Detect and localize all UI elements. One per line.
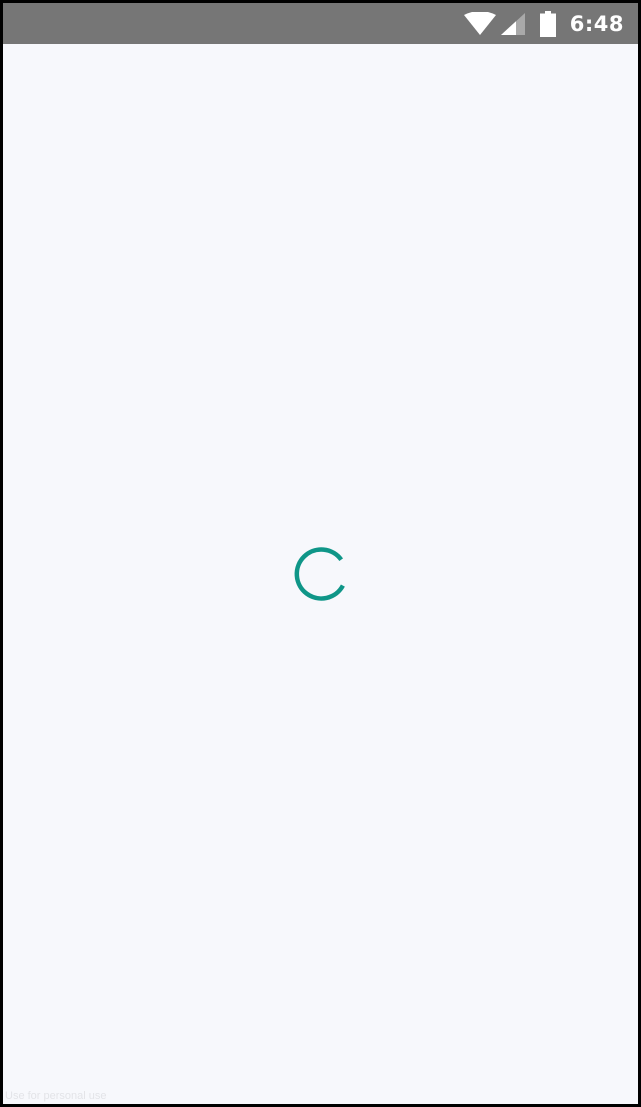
battery-icon xyxy=(539,10,556,37)
loading-spinner-icon xyxy=(294,547,345,601)
wifi-icon xyxy=(463,11,496,35)
watermark-text: Use for personal use xyxy=(5,1090,107,1102)
status-time: 6:48 xyxy=(569,11,624,36)
status-bar: 6:48 xyxy=(3,3,638,44)
phone-screen: 6:48 Use for personal use xyxy=(0,0,641,1107)
cellular-signal-icon xyxy=(500,12,525,35)
status-icons: 6:48 xyxy=(463,3,624,44)
main-content xyxy=(3,44,638,1104)
